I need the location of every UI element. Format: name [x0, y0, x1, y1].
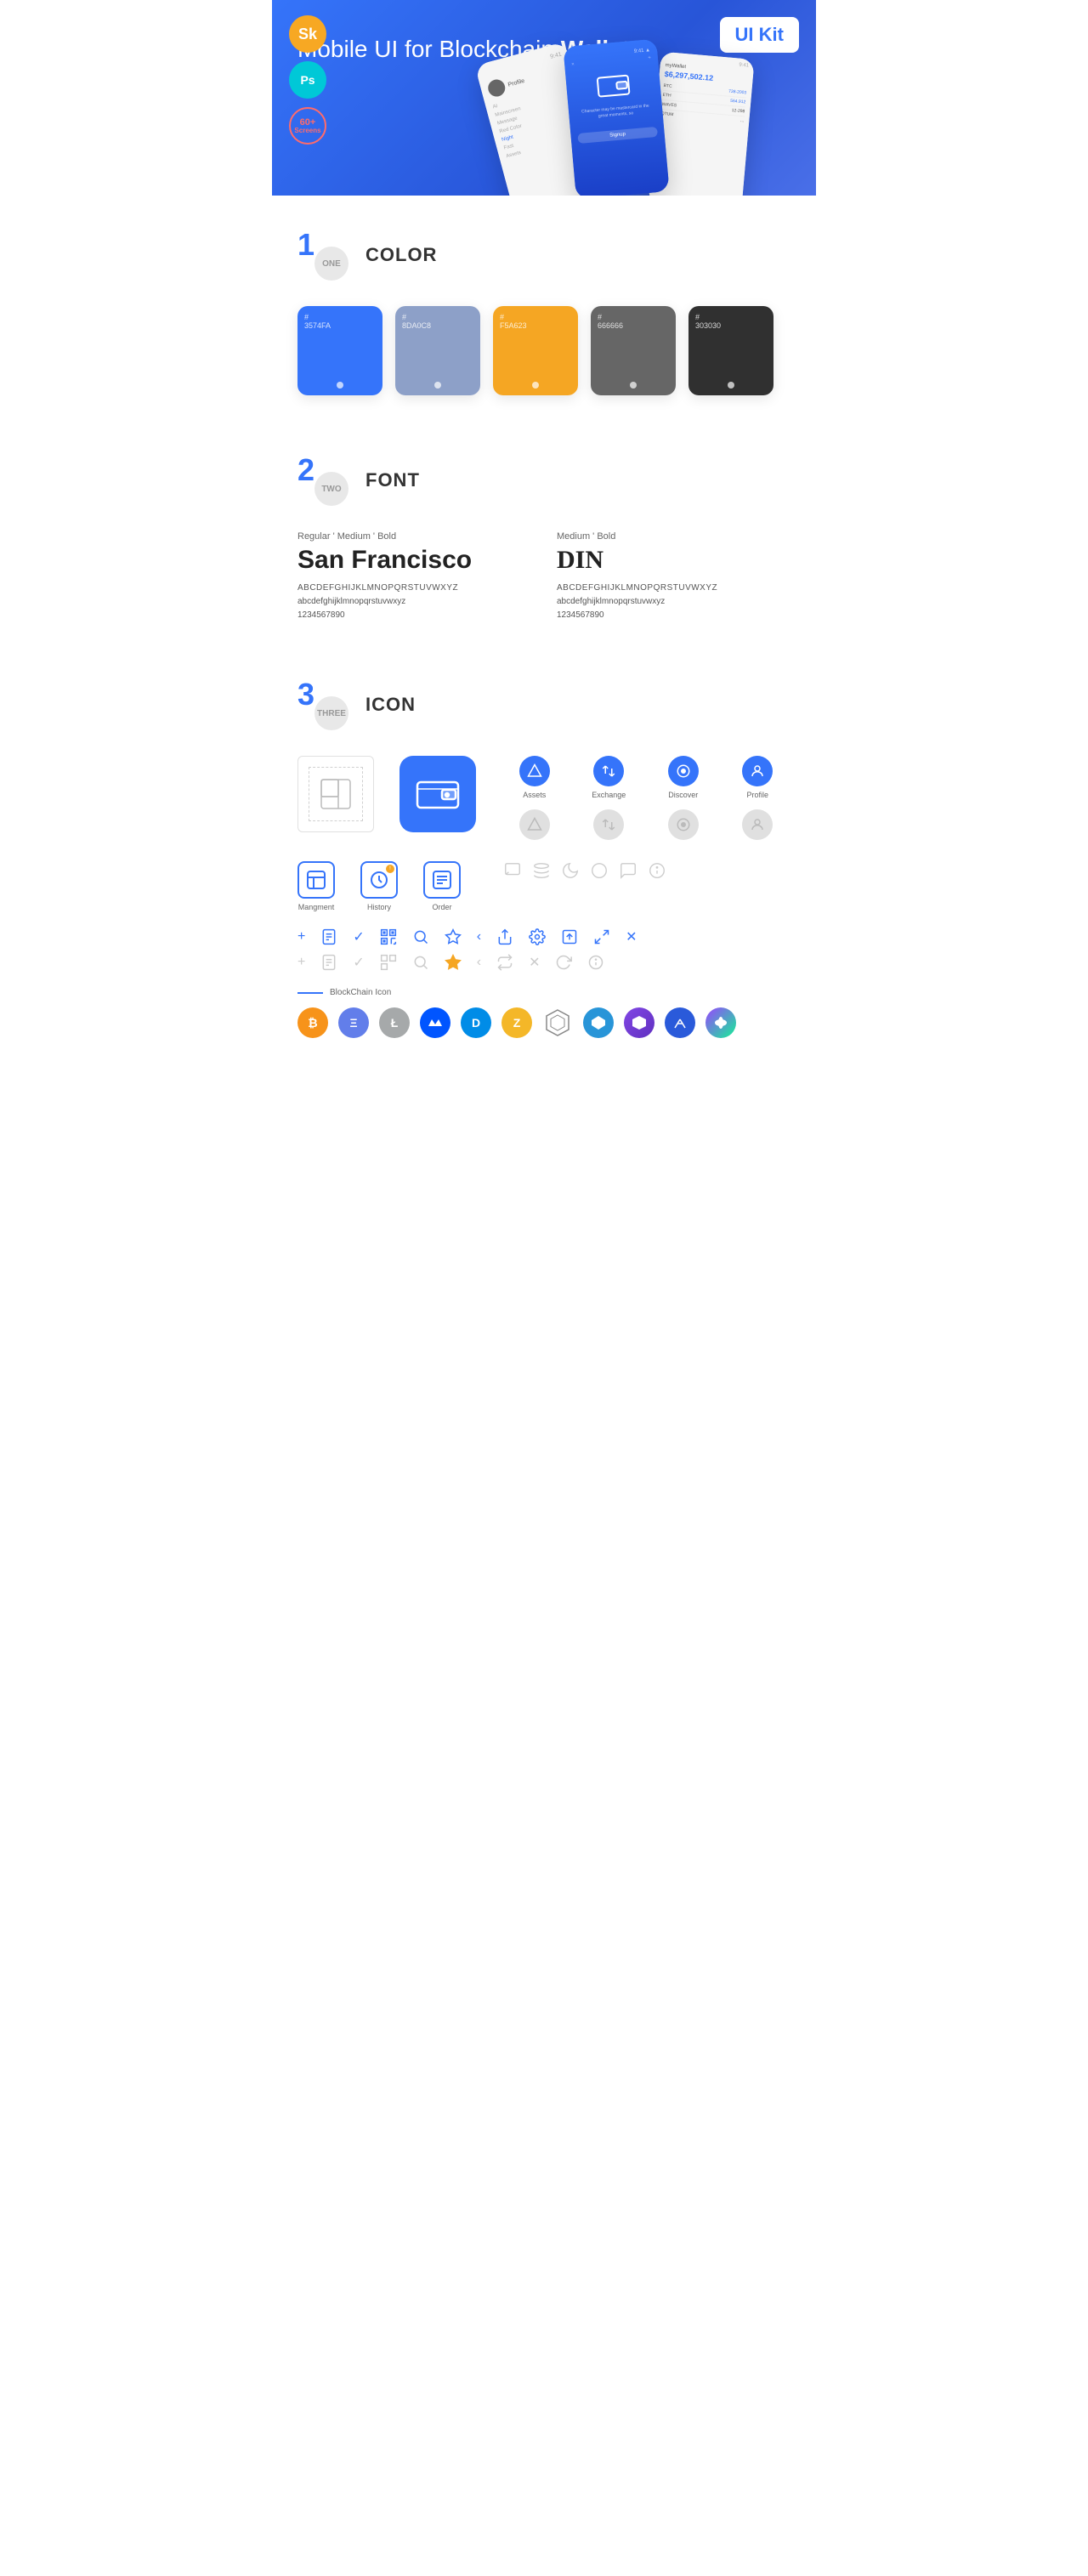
- icon-history: ! History: [360, 861, 398, 911]
- crypto-icons: ₿ Ξ Ł D Z: [298, 1007, 790, 1038]
- swatch-blue: #3574FA: [298, 306, 382, 395]
- check-icon-gray: ✓: [353, 954, 364, 971]
- waves-icon: [420, 1007, 450, 1038]
- plus-icon-gray: +: [298, 955, 305, 970]
- x-icon-gray: ✕: [529, 954, 540, 971]
- ps-badge: Ps: [289, 61, 326, 99]
- augur-icon: [624, 1007, 654, 1038]
- upload-icon: [561, 928, 578, 945]
- swatch-black: #303030: [688, 306, 774, 395]
- icon-exchange: Exchange: [576, 756, 643, 799]
- color-section-header: 1 ONE COLOR: [298, 230, 790, 281]
- icon-assets: Assets: [502, 756, 568, 799]
- qr-icon-gray: [380, 954, 397, 971]
- arrows-icon-gray: [496, 954, 513, 971]
- swatch-gray-blue: #8DA0C8: [395, 306, 480, 395]
- rotate-icon-gray: [555, 954, 572, 971]
- icon-section: 3 THREE ICON: [298, 645, 790, 1089]
- icon-layout: Assets Exchange: [298, 756, 790, 840]
- swatch-dark-gray: #666666: [591, 306, 676, 395]
- phone-mockups: 9:41 Profile AI Mainscreen Message Red C…: [476, 43, 816, 196]
- chevron-left-icon-gray: ‹: [477, 955, 481, 970]
- font-din: Medium ' Bold DIN ABCDEFGHIJKLMNOPQRSTUV…: [557, 531, 790, 620]
- plus-icon: +: [298, 929, 305, 945]
- resize-icon: [593, 928, 610, 945]
- search-icon-gray: [412, 954, 429, 971]
- font-section: 2 TWO FONT Regular ' Medium ' Bold San F…: [298, 421, 790, 645]
- icon-discover-gray: [650, 809, 717, 840]
- phone-center: 9:41 ▲ × + Character may be mastercard i…: [563, 39, 669, 196]
- icon-profile-gray: [725, 809, 791, 840]
- icon-exchange-gray: [576, 809, 643, 840]
- misc-icons: [503, 861, 666, 880]
- polymath-icon: [665, 1007, 695, 1038]
- moon-icon: [561, 861, 580, 880]
- font-san-francisco: Regular ' Medium ' Bold San Francisco AB…: [298, 531, 531, 620]
- zcash-icon: Z: [502, 1007, 532, 1038]
- doc-icon: [320, 928, 337, 945]
- doc-icon-gray: [320, 954, 337, 971]
- toolbar-icons-gray: + ✓ ‹: [298, 954, 790, 971]
- star-icon: [445, 928, 462, 945]
- settings-icon: [529, 928, 546, 945]
- info-icon: [648, 861, 666, 880]
- color-swatches: #3574FA #8DA0C8 #F5A623 #666666: [298, 306, 790, 395]
- close-icon: ✕: [626, 928, 637, 945]
- bitcoin-icon: ₿: [298, 1007, 328, 1038]
- icon-discover: Discover: [650, 756, 717, 799]
- icon-wallet-filled: [400, 756, 476, 832]
- hero-section: Mobile UI for Blockchain Wallet UI Kit S…: [272, 0, 816, 196]
- circle-icon: [590, 861, 609, 880]
- badge-group: Sk Ps 60+ Screens: [289, 15, 326, 145]
- info-icon-gray: [587, 954, 604, 971]
- chat-bubble-icon: [619, 861, 638, 880]
- icon-profile: Profile: [725, 756, 791, 799]
- font-section-header: 2 TWO FONT: [298, 455, 790, 506]
- share-icon: [496, 928, 513, 945]
- stack-icon: [532, 861, 551, 880]
- font-section-number: 2 TWO: [298, 455, 348, 506]
- font-title: FONT: [366, 469, 420, 491]
- color-section: 1 ONE COLOR #3574FA #8DA0C8 #F5A623: [298, 196, 790, 421]
- iota-icon: [542, 1007, 573, 1038]
- icon-order: Order: [423, 861, 461, 911]
- star-icon-highlight: [445, 954, 462, 971]
- icon-section-header: 3 THREE ICON: [298, 679, 790, 730]
- icon-assets-gray: [502, 809, 568, 840]
- icon-management: Mangment: [298, 861, 335, 911]
- litecoin-icon: Ł: [379, 1007, 410, 1038]
- screens-badge: 60+ Screens: [289, 107, 326, 145]
- sol-icon: [706, 1007, 736, 1038]
- blockchain-line: [298, 992, 323, 994]
- dash-icon: D: [461, 1007, 491, 1038]
- color-title: COLOR: [366, 244, 437, 266]
- ethereum-icon: Ξ: [338, 1007, 369, 1038]
- icon-section-number: 3 THREE: [298, 679, 348, 730]
- icon-guideline-box: [298, 756, 374, 832]
- toolbar-icons-blue: + ✓: [298, 928, 790, 945]
- chevron-left-icon: ‹: [477, 929, 481, 945]
- sketch-badge: Sk: [289, 15, 326, 53]
- main-content: 1 ONE COLOR #3574FA #8DA0C8 #F5A623: [272, 196, 816, 1089]
- check-icon: ✓: [353, 928, 364, 945]
- font-grid: Regular ' Medium ' Bold San Francisco AB…: [298, 531, 790, 620]
- named-icons-grid: Assets Exchange: [502, 756, 790, 840]
- color-section-number: 1 ONE: [298, 230, 348, 281]
- tab-icons-row: Mangment ! History: [298, 861, 790, 911]
- swatch-orange: #F5A623: [493, 306, 578, 395]
- chat-icon: [503, 861, 522, 880]
- icon-title: ICON: [366, 694, 416, 716]
- qtum-icon: [583, 1007, 614, 1038]
- blockchain-label: BlockChain Icon: [298, 988, 790, 997]
- qr-icon: [380, 928, 397, 945]
- search-icon: [412, 928, 429, 945]
